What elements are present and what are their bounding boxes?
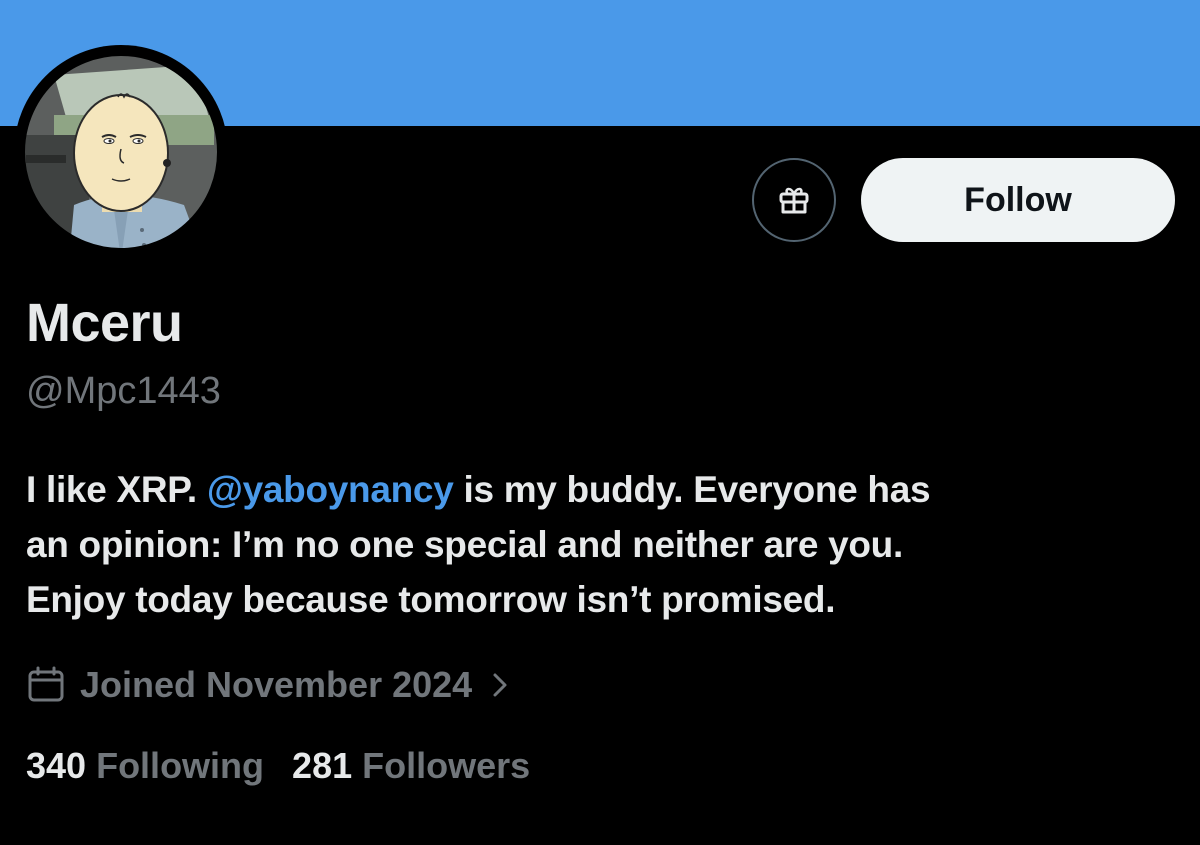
gift-icon — [777, 183, 811, 217]
display-name: Mceru — [26, 293, 183, 353]
profile-bio: I like XRP. @yaboynancy is my buddy. Eve… — [26, 462, 1186, 627]
profile-stats: 340 Following 281 Followers — [26, 745, 530, 787]
bio-text: is my buddy. Everyone has — [453, 469, 931, 510]
bio-line-1: I like XRP. @yaboynancy is my buddy. Eve… — [26, 462, 1186, 517]
followers-label: Followers — [362, 745, 531, 786]
followers-count: 281 — [292, 745, 353, 786]
following-label: Following — [96, 745, 265, 786]
chevron-right-icon — [490, 670, 510, 700]
joined-date[interactable]: Joined November 2024 — [26, 662, 510, 708]
bio-mention-link[interactable]: @yaboynancy — [207, 469, 454, 510]
follow-button[interactable]: Follow — [861, 158, 1175, 242]
followers-link[interactable]: 281 Followers — [292, 745, 530, 787]
calendar-icon — [26, 665, 66, 705]
joined-date-label: Joined November 2024 — [80, 664, 473, 705]
follow-button-label: Follow — [964, 180, 1072, 219]
avatar[interactable] — [14, 45, 228, 259]
gift-button[interactable] — [752, 158, 836, 242]
bio-line-2: an opinion: I’m no one special and neith… — [26, 524, 903, 565]
profile-handle: @Mpc1443 — [26, 370, 221, 412]
bio-line-3: Enjoy today because tomorrow isn’t promi… — [26, 579, 836, 620]
following-count: 340 — [26, 745, 87, 786]
following-link[interactable]: 340 Following — [26, 745, 264, 787]
bio-text: I like XRP. — [26, 469, 207, 510]
